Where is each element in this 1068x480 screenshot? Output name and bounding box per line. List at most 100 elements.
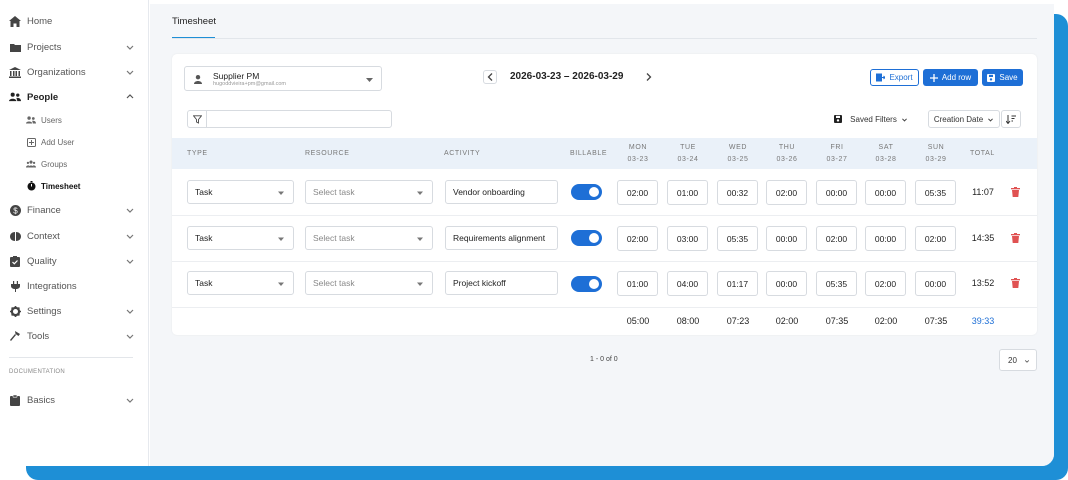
app-window: Home Projects Organizations People Users…	[0, 0, 1054, 466]
sidebar-subitem-add-user[interactable]: Add User	[26, 135, 74, 149]
day-total: 07:23	[726, 316, 750, 326]
time-input[interactable]: 00:00	[766, 226, 807, 251]
chevron-down-icon[interactable]	[125, 395, 135, 405]
activity-input[interactable]: Project kickoff	[445, 271, 558, 295]
sidebar-item-projects[interactable]: Projects	[9, 38, 135, 56]
time-input[interactable]: 02:00	[766, 180, 807, 205]
day-name: SUN	[927, 144, 945, 151]
clipboard-icon	[9, 394, 21, 406]
sort-descending-icon	[1006, 114, 1016, 124]
tab-timesheet[interactable]: Timesheet	[172, 16, 216, 27]
type-select[interactable]: Task	[187, 271, 294, 295]
time-input[interactable]: 00:32	[717, 180, 758, 205]
time-input[interactable]: 01:17	[717, 271, 758, 296]
trash-icon[interactable]	[1011, 233, 1020, 243]
time-input[interactable]: 02:00	[617, 180, 658, 205]
activity-input[interactable]: Requirements alignment	[445, 226, 558, 250]
sidebar-item-finance[interactable]: $ Finance	[9, 201, 135, 219]
sort-direction-button[interactable]	[1001, 110, 1021, 128]
clipboard-check-icon	[9, 255, 21, 267]
time-input[interactable]: 02:00	[617, 226, 658, 251]
billable-toggle[interactable]	[571, 276, 602, 292]
sidebar-item-label: Finance	[27, 204, 61, 216]
floppy-disk-icon	[834, 115, 843, 123]
sidebar-item-organizations[interactable]: Organizations	[9, 63, 135, 81]
sidebar-item-home[interactable]: Home	[9, 12, 135, 30]
table-header: TYPE RESOURCE ACTIVITY BILLABLE MON 03-23…	[172, 138, 1037, 169]
sidebar-subitem-groups[interactable]: Groups	[26, 157, 67, 171]
sort-field-select[interactable]: Creation Date	[928, 110, 1000, 128]
sidebar-item-quality[interactable]: Quality	[9, 252, 135, 270]
page-size-select[interactable]: 20	[999, 349, 1037, 371]
sidebar-item-basics[interactable]: Basics	[9, 391, 135, 409]
dollar-icon: $	[9, 204, 21, 216]
time-input[interactable]: 05:35	[816, 271, 857, 296]
time-input[interactable]: 05:35	[717, 226, 758, 251]
resource-select[interactable]: Select task	[305, 226, 433, 250]
time-input[interactable]: 00:00	[865, 226, 906, 251]
time-input[interactable]: 04:00	[667, 271, 708, 296]
sidebar-item-people[interactable]: People	[9, 88, 135, 106]
trash-icon[interactable]	[1011, 187, 1020, 197]
sidebar-item-tools[interactable]: Tools	[9, 327, 135, 345]
save-button[interactable]: Save	[982, 69, 1023, 86]
time-input[interactable]: 00:00	[766, 271, 807, 296]
supplier-select[interactable]: Supplier PM hugoddvieira+pm@gmail.com	[184, 66, 382, 91]
chevron-down-icon[interactable]	[125, 205, 135, 215]
row-divider	[172, 261, 1037, 262]
sidebar-item-integrations[interactable]: Integrations	[9, 277, 135, 295]
time-input[interactable]: 00:00	[915, 271, 956, 296]
day-total: 05:00	[626, 316, 650, 326]
filter-icon[interactable]	[193, 115, 202, 124]
type-select[interactable]: Task	[187, 226, 294, 250]
time-input[interactable]: 02:00	[865, 271, 906, 296]
time-input[interactable]: 01:00	[667, 180, 708, 205]
saved-filters-dropdown[interactable]: Saved Filters	[828, 110, 914, 128]
sidebar-subitem-timesheet[interactable]: Timesheet	[26, 179, 80, 193]
chevron-down-icon[interactable]	[125, 231, 135, 241]
sidebar-item-label: Projects	[27, 41, 62, 53]
chevron-down-icon[interactable]	[125, 306, 135, 316]
chevron-down-icon[interactable]	[125, 67, 135, 77]
home-icon	[9, 15, 21, 27]
export-button[interactable]: Export	[870, 69, 919, 86]
time-input[interactable]: 01:00	[617, 271, 658, 296]
day-total: 07:35	[924, 316, 948, 326]
type-select[interactable]: Task	[187, 180, 294, 204]
chevron-down-icon[interactable]	[125, 256, 135, 266]
sidebar-item-context[interactable]: Context	[9, 227, 135, 245]
day-total: 02:00	[775, 316, 799, 326]
billable-toggle[interactable]	[571, 184, 602, 200]
chevron-down-icon[interactable]	[125, 331, 135, 341]
sidebar-subitem-label: Add User	[41, 137, 75, 147]
chevron-down-icon	[1024, 360, 1030, 363]
grand-total: 39:33	[971, 316, 995, 326]
activity-input[interactable]: Vendor onboarding	[445, 180, 558, 204]
chevron-up-icon[interactable]	[125, 92, 135, 102]
filter-input[interactable]	[206, 111, 392, 127]
time-input[interactable]: 03:00	[667, 226, 708, 251]
time-input[interactable]: 02:00	[816, 226, 857, 251]
add-row-button[interactable]: Add row	[923, 69, 978, 86]
resource-select[interactable]: Select task	[305, 180, 433, 204]
supplier-email: hugoddvieira+pm@gmail.com	[213, 81, 286, 87]
time-input[interactable]: 00:00	[865, 180, 906, 205]
billable-toggle[interactable]	[571, 230, 602, 246]
time-input[interactable]: 00:00	[816, 180, 857, 205]
prev-week-button[interactable]	[483, 70, 497, 84]
chevron-right-icon	[646, 73, 652, 81]
sidebar-item-label: Context	[27, 230, 60, 242]
next-week-button[interactable]	[642, 70, 656, 84]
sidebar-item-settings[interactable]: Settings	[9, 302, 135, 320]
trash-icon[interactable]	[1011, 278, 1020, 288]
sidebar-subitem-users[interactable]: Users	[26, 113, 62, 127]
resource-select[interactable]: Select task	[305, 271, 433, 295]
time-input[interactable]: 02:00	[915, 226, 956, 251]
time-input[interactable]: 05:35	[915, 180, 956, 205]
column-header-day: SUN 03-29	[914, 142, 958, 166]
sidebar-subitem-label: Timesheet	[41, 181, 81, 191]
page-size-value: 20	[1008, 355, 1017, 365]
sidebar-subitem-label: Users	[41, 115, 62, 125]
chevron-down-icon[interactable]	[125, 42, 135, 52]
resource-value: Select task	[313, 278, 355, 288]
